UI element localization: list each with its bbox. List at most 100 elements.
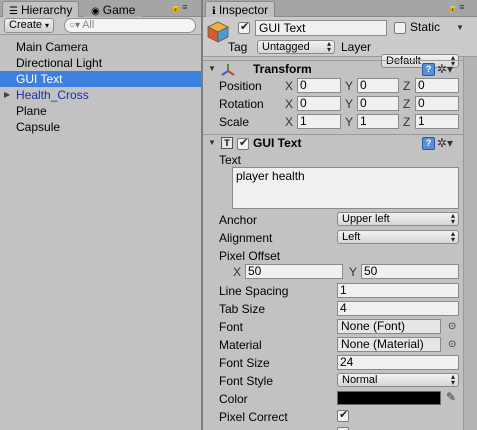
- axis-y-label: Y: [345, 97, 354, 111]
- hierarchy-panel: ☰ Hierarchy ◉ Game 🔒≡ Create ▾ ○▾ All Main C…: [0, 0, 201, 430]
- info-icon: ℹ: [212, 6, 216, 17]
- rotation-y-field[interactable]: 0: [357, 96, 399, 111]
- rotation-label: Rotation: [219, 97, 264, 111]
- tab-inspector-label: Inspector: [218, 3, 269, 17]
- pixel-correct-label: Pixel Correct: [219, 410, 288, 424]
- create-label: Create: [9, 19, 43, 31]
- tab-hierarchy-label: Hierarchy: [20, 3, 73, 17]
- pixel-offset-x-field[interactable]: 50: [245, 264, 343, 279]
- tab-hierarchy[interactable]: ☰ Hierarchy: [2, 1, 80, 18]
- rotation-x-field[interactable]: 0: [297, 96, 341, 111]
- pixel-offset-label: Pixel Offset: [219, 249, 281, 263]
- foldout-open-icon[interactable]: ▼: [208, 64, 216, 73]
- hierarchy-icon: ☰: [9, 6, 18, 17]
- text-label: Text: [219, 153, 242, 167]
- text-area[interactable]: player health: [232, 167, 459, 209]
- search-placeholder: All: [82, 19, 95, 31]
- inspector-tabbar: ℹ Inspector 🔒≡: [203, 0, 477, 18]
- anchor-label: Anchor: [219, 213, 258, 227]
- position-y-field[interactable]: 0: [357, 78, 399, 93]
- scale-y-field[interactable]: 1: [357, 114, 399, 129]
- axis-y-label: Y: [345, 79, 354, 93]
- lock-icon[interactable]: 🔒: [447, 2, 459, 12]
- hierarchy-item-label: Capsule: [16, 120, 61, 134]
- gui-text-component-icon: T: [221, 137, 233, 149]
- scale-z-field[interactable]: 1: [415, 114, 459, 129]
- font-style-dropdown[interactable]: Normal ▴ ▾: [337, 373, 459, 387]
- panel-menu-icon[interactable]: ≡: [182, 2, 188, 12]
- hierarchy-item-label: Plane: [16, 104, 47, 118]
- tab-game-label: Game: [102, 3, 136, 17]
- font-style-label: Font Style: [219, 374, 274, 388]
- tab-size-label: Tab Size: [219, 302, 266, 316]
- transform-axes-icon: [221, 64, 235, 76]
- hierarchy-item-health-cross[interactable]: ▶ Health_Cross: [0, 87, 201, 103]
- static-dropdown-icon[interactable]: ▼: [456, 23, 464, 32]
- gui-text-enabled-checkbox[interactable]: [237, 136, 249, 150]
- color-swatch[interactable]: [337, 391, 441, 405]
- pixel-offset-y-field[interactable]: 50: [361, 264, 459, 279]
- axis-x-label: X: [285, 115, 294, 129]
- transform-header[interactable]: ▼ Transform ? ✲▾: [203, 60, 463, 78]
- hierarchy-item-directional-light[interactable]: Directional Light: [0, 55, 201, 71]
- scale-label: Scale: [219, 115, 250, 129]
- layer-label: Layer: [341, 40, 372, 54]
- axis-y-label: Y: [349, 265, 358, 279]
- help-book-icon[interactable]: ?: [422, 137, 435, 150]
- scale-x-field[interactable]: 1: [297, 114, 341, 129]
- hierarchy-item-plane[interactable]: Plane: [0, 103, 201, 119]
- gear-icon[interactable]: ✲▾: [437, 62, 453, 76]
- panel-menu-icon[interactable]: ≡: [459, 2, 465, 12]
- inspector-scrollbar[interactable]: [463, 17, 477, 430]
- search-input[interactable]: ○▾ All: [64, 18, 196, 33]
- tab-size-field[interactable]: 4: [337, 301, 459, 316]
- active-checkbox[interactable]: [238, 20, 250, 34]
- eyedropper-icon[interactable]: ✎: [446, 390, 456, 404]
- position-z-field[interactable]: 0: [415, 78, 459, 93]
- alignment-value: Left: [342, 231, 361, 243]
- anchor-dropdown[interactable]: Upper left ▴ ▾: [337, 212, 459, 226]
- object-picker-icon[interactable]: ⊙: [448, 339, 456, 350]
- font-object-field[interactable]: None (Font): [337, 319, 441, 334]
- font-size-label: Font Size: [219, 356, 270, 370]
- axis-x-label: X: [285, 97, 294, 111]
- rotation-z-field[interactable]: 0: [415, 96, 459, 111]
- foldout-arrow-icon[interactable]: ▶: [4, 87, 10, 103]
- foldout-open-icon[interactable]: ▼: [208, 138, 216, 147]
- alignment-dropdown[interactable]: Left ▴ ▾: [337, 230, 459, 244]
- tab-game[interactable]: ◉ Game: [84, 1, 143, 17]
- object-name-field[interactable]: GUI Text: [255, 20, 387, 36]
- gui-text-header[interactable]: ▼ T GUI Text ? ✲▾: [203, 134, 463, 152]
- tab-inspector[interactable]: ℹ Inspector: [205, 1, 276, 18]
- font-label: Font: [219, 320, 244, 334]
- material-object-field[interactable]: None (Material): [337, 337, 441, 352]
- font-size-field[interactable]: 24: [337, 355, 459, 370]
- position-label: Position: [219, 79, 262, 93]
- pixel-correct-checkbox[interactable]: [337, 408, 349, 422]
- hierarchy-item-label: Health_Cross: [16, 88, 89, 102]
- line-spacing-field[interactable]: 1: [337, 283, 459, 298]
- inspector-panel: ℹInspector 🔒≡ GUI Text Static ▼ Tag Unta…: [203, 0, 477, 430]
- hierarchy-item-capsule[interactable]: Capsule: [0, 119, 201, 135]
- updown-arrows-icon: ▴ ▾: [450, 211, 455, 226]
- tag-dropdown[interactable]: Untagged ▴ ▾: [257, 40, 335, 54]
- game-icon: ◉: [91, 6, 100, 17]
- hierarchy-item-gui-text[interactable]: GUI Text: [0, 71, 201, 87]
- hierarchy-tabbar: ☰ Hierarchy ◉ Game 🔒≡: [0, 0, 201, 18]
- panel-controls[interactable]: 🔒≡: [447, 2, 465, 13]
- panel-controls[interactable]: 🔒≡: [170, 2, 188, 13]
- lock-icon[interactable]: 🔒: [170, 2, 182, 12]
- axis-y-label: Y: [345, 115, 354, 129]
- position-x-field[interactable]: 0: [297, 78, 341, 93]
- axis-z-label: Z: [403, 115, 411, 129]
- gear-icon[interactable]: ✲▾: [437, 136, 453, 150]
- color-label: Color: [219, 392, 248, 406]
- hierarchy-item-main-camera[interactable]: Main Camera: [0, 39, 201, 55]
- create-button[interactable]: Create ▾: [4, 18, 55, 33]
- static-checkbox[interactable]: [394, 22, 406, 34]
- axis-z-label: Z: [403, 79, 411, 93]
- object-picker-icon[interactable]: ⊙: [448, 321, 456, 332]
- gameobject-cube-icon: [207, 21, 229, 43]
- help-book-icon[interactable]: ?: [422, 63, 435, 76]
- hierarchy-item-label: GUI Text: [16, 72, 63, 86]
